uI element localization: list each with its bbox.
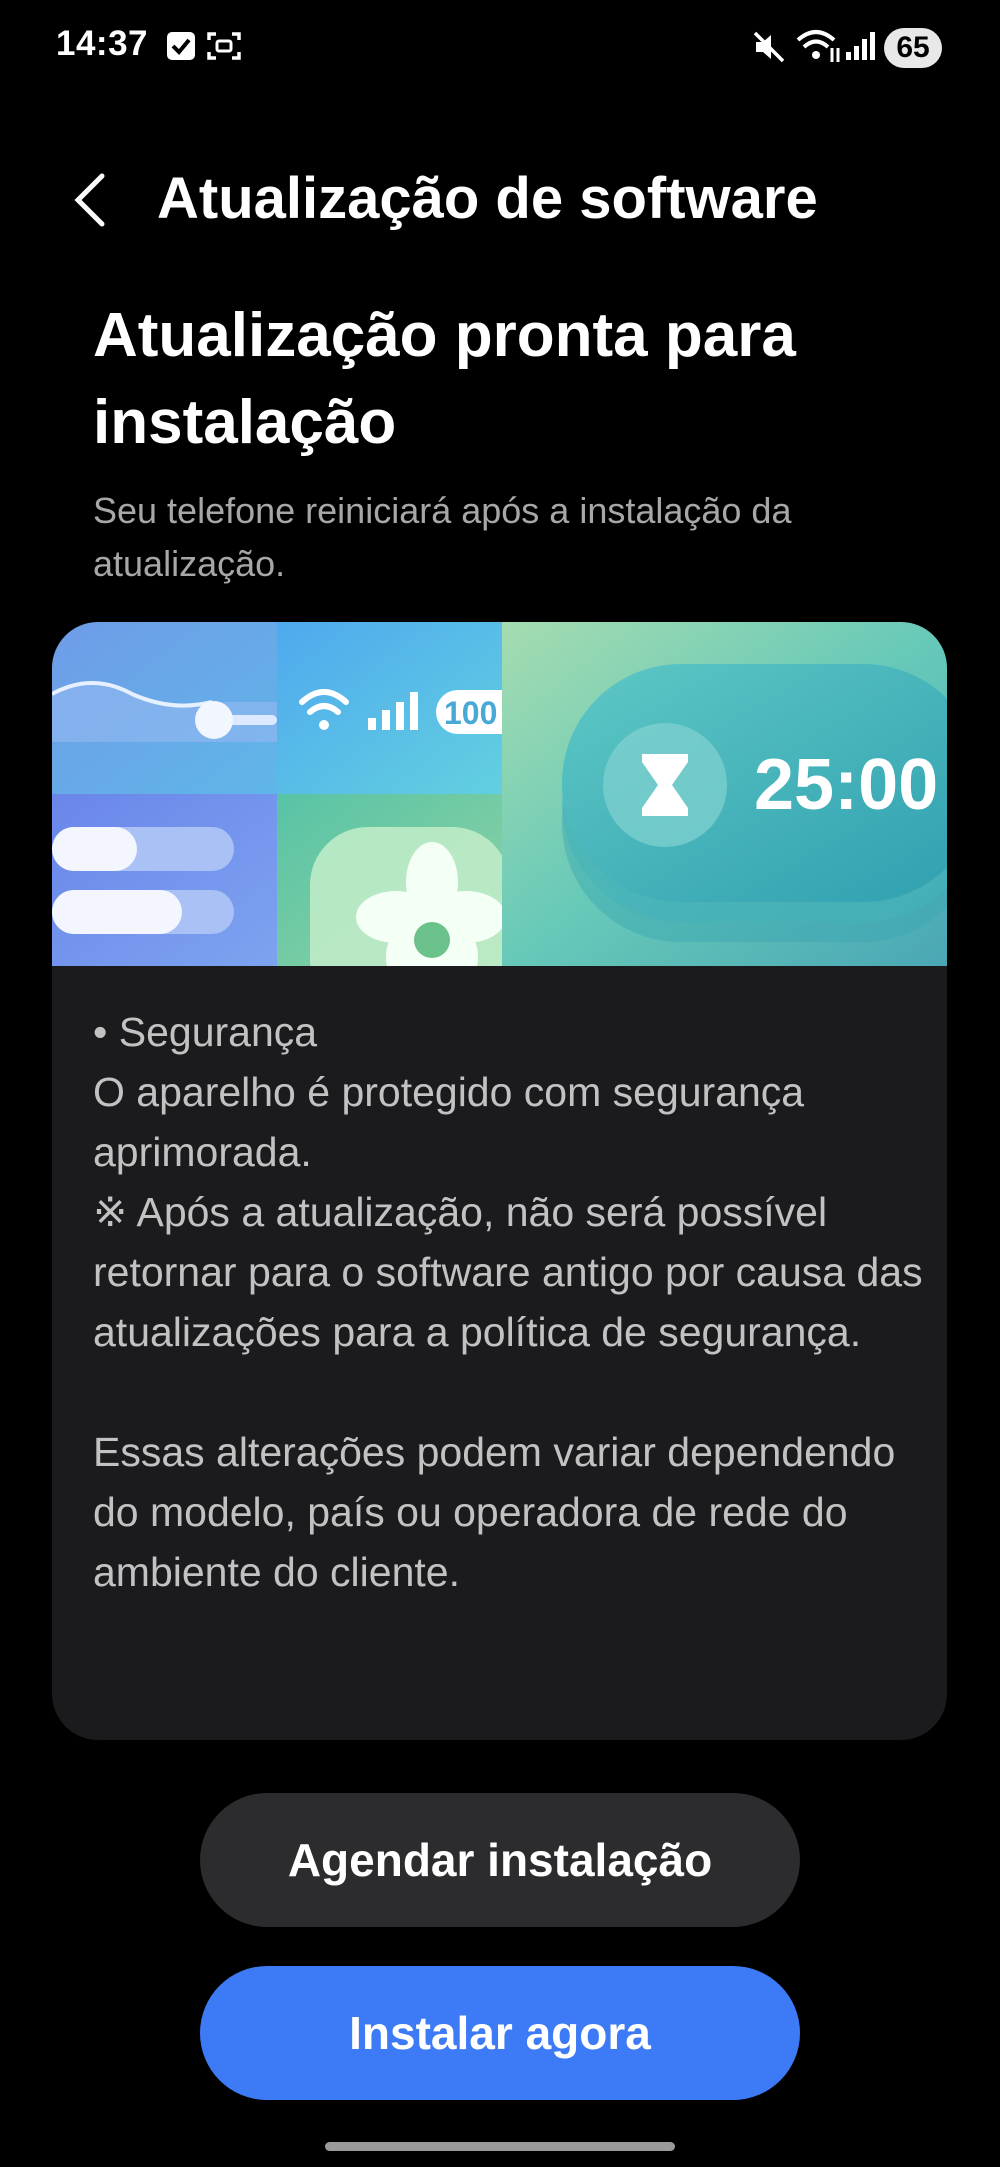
battery-indicator: 65 xyxy=(884,28,942,68)
mute-icon xyxy=(753,31,785,63)
release-notes-card[interactable]: 100 25:00 • Segurança O aparelho é prote… xyxy=(52,622,947,1740)
update-banner-image: 100 25:00 xyxy=(52,622,947,966)
home-indicator[interactable] xyxy=(325,2142,675,2151)
signal-icon xyxy=(846,32,875,60)
release-notes-text: • Segurança O aparelho é protegido com s… xyxy=(93,1009,923,1595)
checkbox-notification-icon xyxy=(167,32,195,60)
screenshot-icon xyxy=(207,32,241,60)
page-title: Atualização de software xyxy=(157,166,818,231)
wifi-icon xyxy=(796,30,840,62)
install-now-button[interactable]: Instalar agora xyxy=(200,1966,800,2100)
banner-signal-label: 100 xyxy=(444,695,497,731)
status-time: 14:37 xyxy=(56,24,149,63)
banner-timer: 25:00 xyxy=(754,745,938,825)
schedule-install-button[interactable]: Agendar instalação xyxy=(200,1793,800,1927)
update-heading: Atualização pronta para instalação xyxy=(93,301,796,457)
chevron-left-icon[interactable] xyxy=(70,172,110,228)
update-subtitle: Seu telefone reiniciará após a instalaçã… xyxy=(93,490,792,584)
